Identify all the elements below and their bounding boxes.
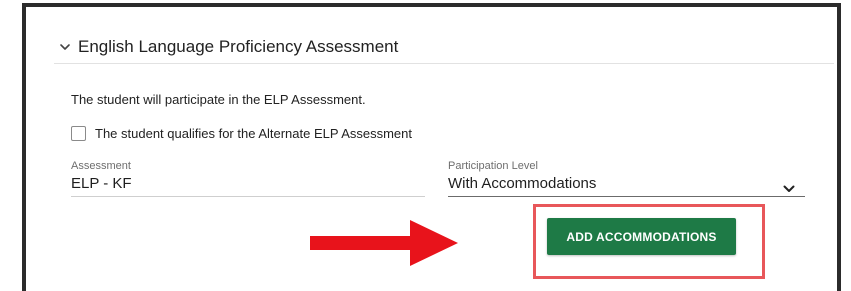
alternate-elp-checkbox-label[interactable]: The student qualifies for the Alternate … [95, 126, 412, 141]
participation-statement: The student will participate in the ELP … [71, 92, 366, 107]
screenshot-frame: English Language Proficiency Assessment … [22, 3, 841, 291]
assessment-field-label: Assessment [71, 160, 131, 172]
chevron-down-icon[interactable] [58, 40, 72, 54]
participation-level-value[interactable]: With Accommodations [448, 174, 805, 194]
assessment-field: Assessment ELP - KF [71, 160, 425, 197]
alternate-elp-checkbox[interactable] [71, 126, 86, 141]
alternate-elp-checkbox-row[interactable]: The student qualifies for the Alternate … [71, 126, 412, 141]
assessment-field-value: ELP - KF [71, 175, 132, 192]
participation-level-select[interactable]: Participation Level With Accommodations [448, 160, 805, 197]
chevron-down-icon[interactable] [783, 180, 795, 192]
add-accommodations-button[interactable]: ADD ACCOMMODATIONS [547, 218, 736, 255]
panel-header-toggle[interactable]: English Language Proficiency Assessment [54, 31, 834, 64]
arrow-right-icon [310, 220, 458, 266]
participation-level-label: Participation Level [448, 160, 538, 172]
panel-title: English Language Proficiency Assessment [78, 37, 399, 56]
